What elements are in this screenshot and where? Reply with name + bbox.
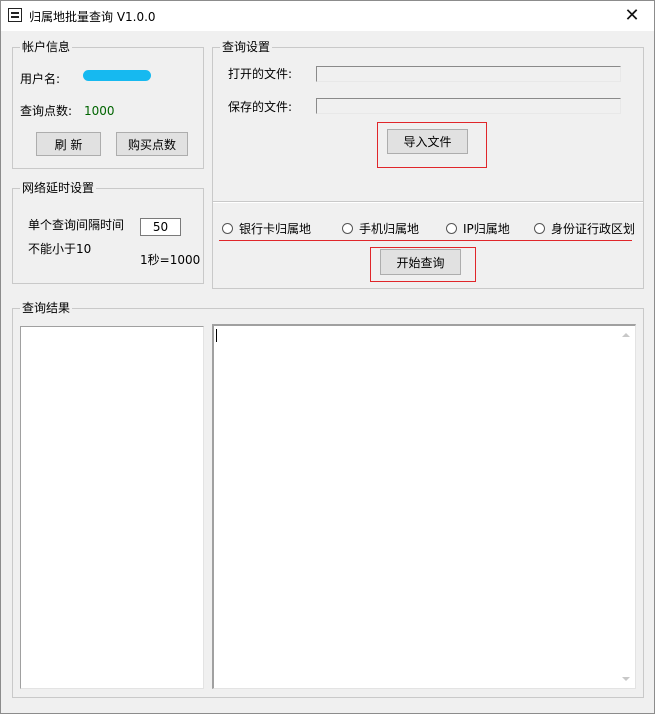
- radio-bank-card-circle[interactable]: [222, 223, 233, 234]
- open-file-field[interactable]: [316, 66, 621, 82]
- radio-mobile-label: 手机归属地: [359, 222, 420, 236]
- interval-input[interactable]: 50: [140, 218, 181, 236]
- query-settings-legend: 查询设置: [220, 40, 273, 54]
- radio-ip-label: IP归属地: [463, 222, 510, 236]
- vertical-scrollbar[interactable]: [618, 326, 635, 688]
- start-query-button[interactable]: 开始查询: [380, 249, 461, 275]
- refresh-button[interactable]: 刷 新: [36, 132, 101, 156]
- results-list[interactable]: [20, 326, 204, 689]
- points-label: 查询点数:: [20, 104, 73, 118]
- close-button[interactable]: ✕: [610, 1, 654, 31]
- radio-mobile-circle[interactable]: [342, 223, 353, 234]
- radio-ip-circle[interactable]: [446, 223, 457, 234]
- network-delay-group: 网络延时设置: [12, 181, 204, 284]
- text-caret: [216, 329, 217, 342]
- min-interval-note: 不能小于10: [28, 242, 92, 256]
- radio-bank-card[interactable]: 银行卡归属地: [222, 222, 311, 236]
- username-value-redacted: [83, 70, 151, 81]
- buy-points-button[interactable]: 购买点数: [116, 132, 188, 156]
- scroll-up-icon[interactable]: [622, 333, 630, 337]
- scroll-down-icon[interactable]: [622, 677, 630, 681]
- import-file-button[interactable]: 导入文件: [387, 129, 468, 154]
- username-label: 用户名:: [20, 72, 61, 86]
- radio-id-card-label: 身份证行政区划: [551, 222, 636, 236]
- radio-id-card-circle[interactable]: [534, 223, 545, 234]
- radio-underline-highlight: [219, 240, 632, 241]
- title-bar: 归属地批量查询 V1.0.0 ✕: [1, 1, 654, 31]
- interval-label: 单个查询间隔时间: [28, 218, 125, 232]
- app-icon: [8, 8, 22, 22]
- unit-note: 1秒=1000: [140, 253, 201, 267]
- open-file-label: 打开的文件:: [228, 67, 293, 81]
- window-title: 归属地批量查询 V1.0.0: [29, 10, 156, 24]
- save-file-field[interactable]: [316, 98, 621, 114]
- settings-divider: [213, 201, 643, 203]
- radio-mobile[interactable]: 手机归属地: [342, 222, 419, 236]
- points-value: 1000: [84, 104, 115, 118]
- save-file-label: 保存的文件:: [228, 100, 293, 114]
- network-delay-legend: 网络延时设置: [20, 181, 97, 195]
- query-results-legend: 查询结果: [20, 301, 73, 315]
- results-output[interactable]: [212, 324, 636, 689]
- radio-bank-card-label: 银行卡归属地: [239, 222, 312, 236]
- radio-ip[interactable]: IP归属地: [446, 222, 510, 236]
- app-window: 归属地批量查询 V1.0.0 ✕ 帐户信息 用户名: 查询点数: 1000 刷 …: [0, 0, 655, 714]
- radio-id-card[interactable]: 身份证行政区划: [534, 222, 635, 236]
- account-info-legend: 帐户信息: [20, 40, 73, 54]
